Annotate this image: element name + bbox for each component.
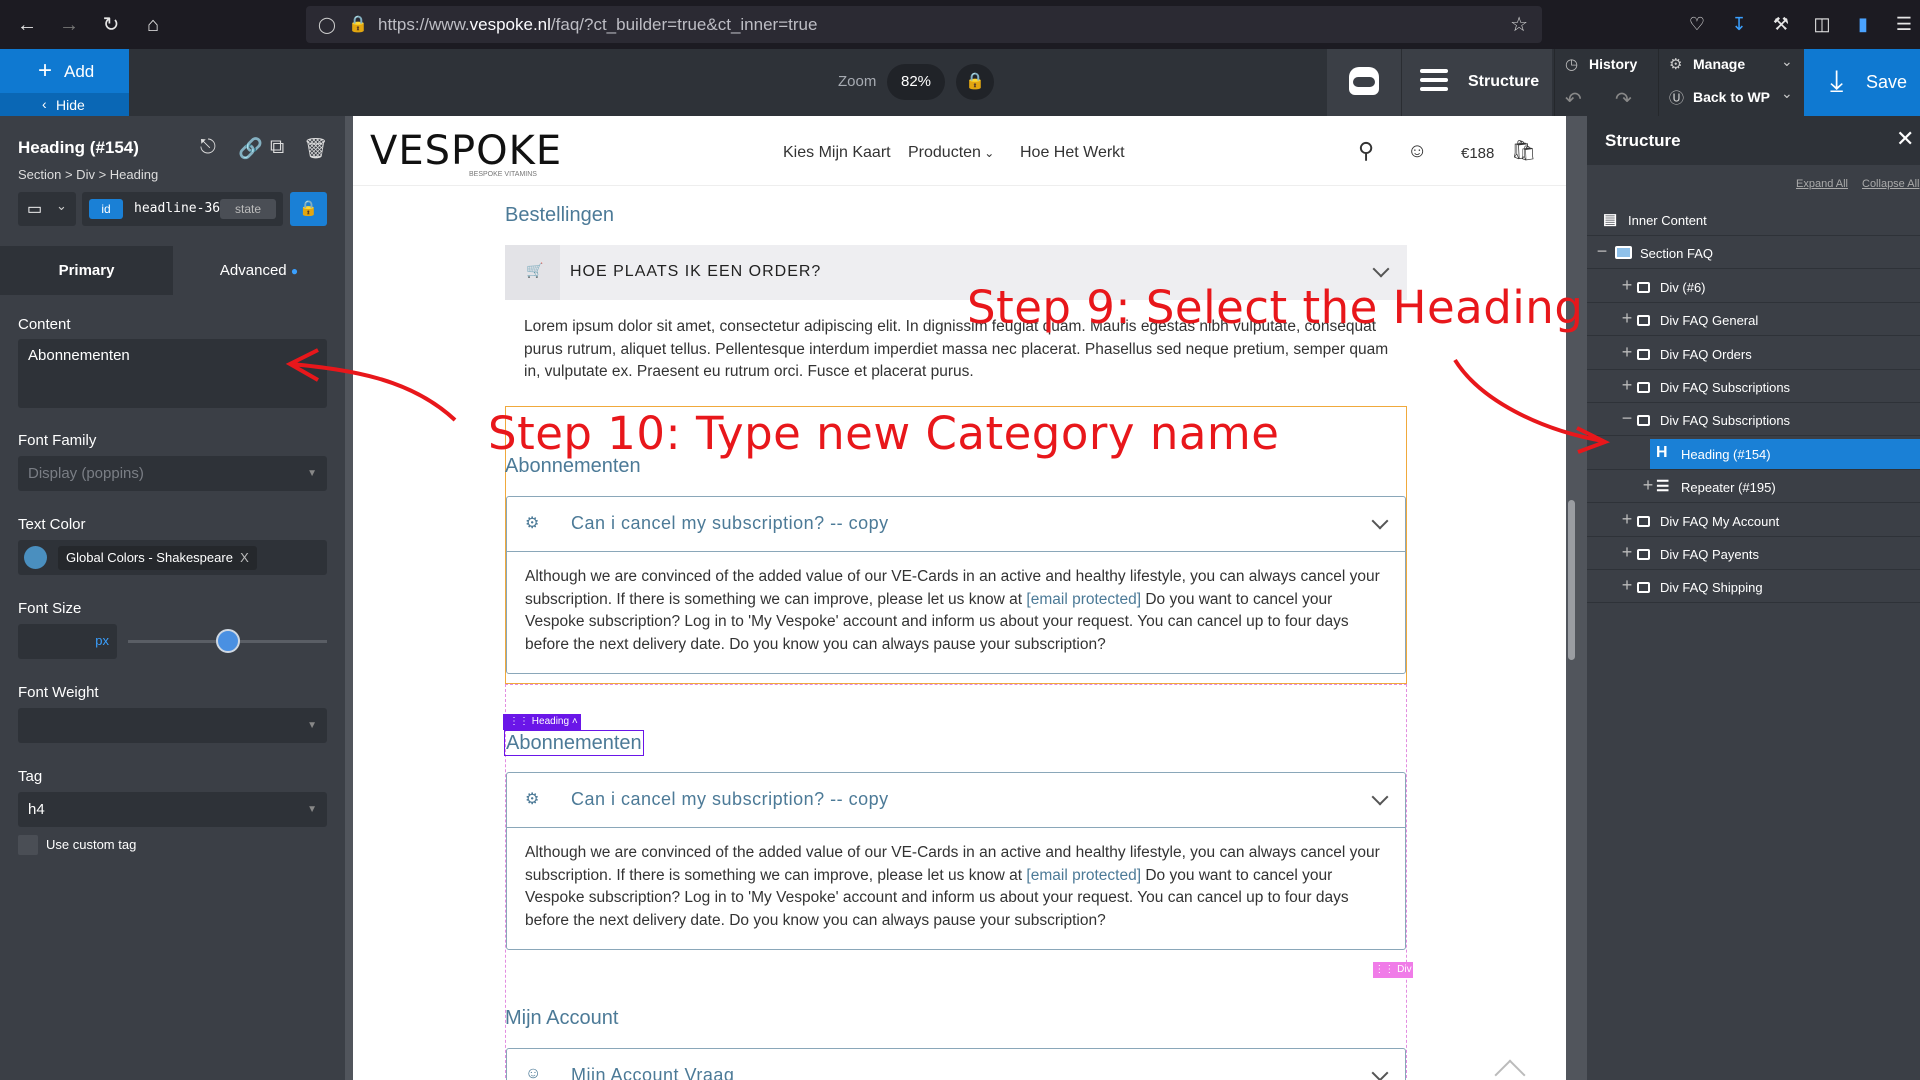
arrow-step10 xyxy=(291,362,457,422)
annotation-step10: Step 10: Type new Category name xyxy=(488,407,1280,460)
annotation-step9: Step 9: Select the Heading xyxy=(967,281,1584,334)
annotation-arrows xyxy=(285,348,1611,454)
